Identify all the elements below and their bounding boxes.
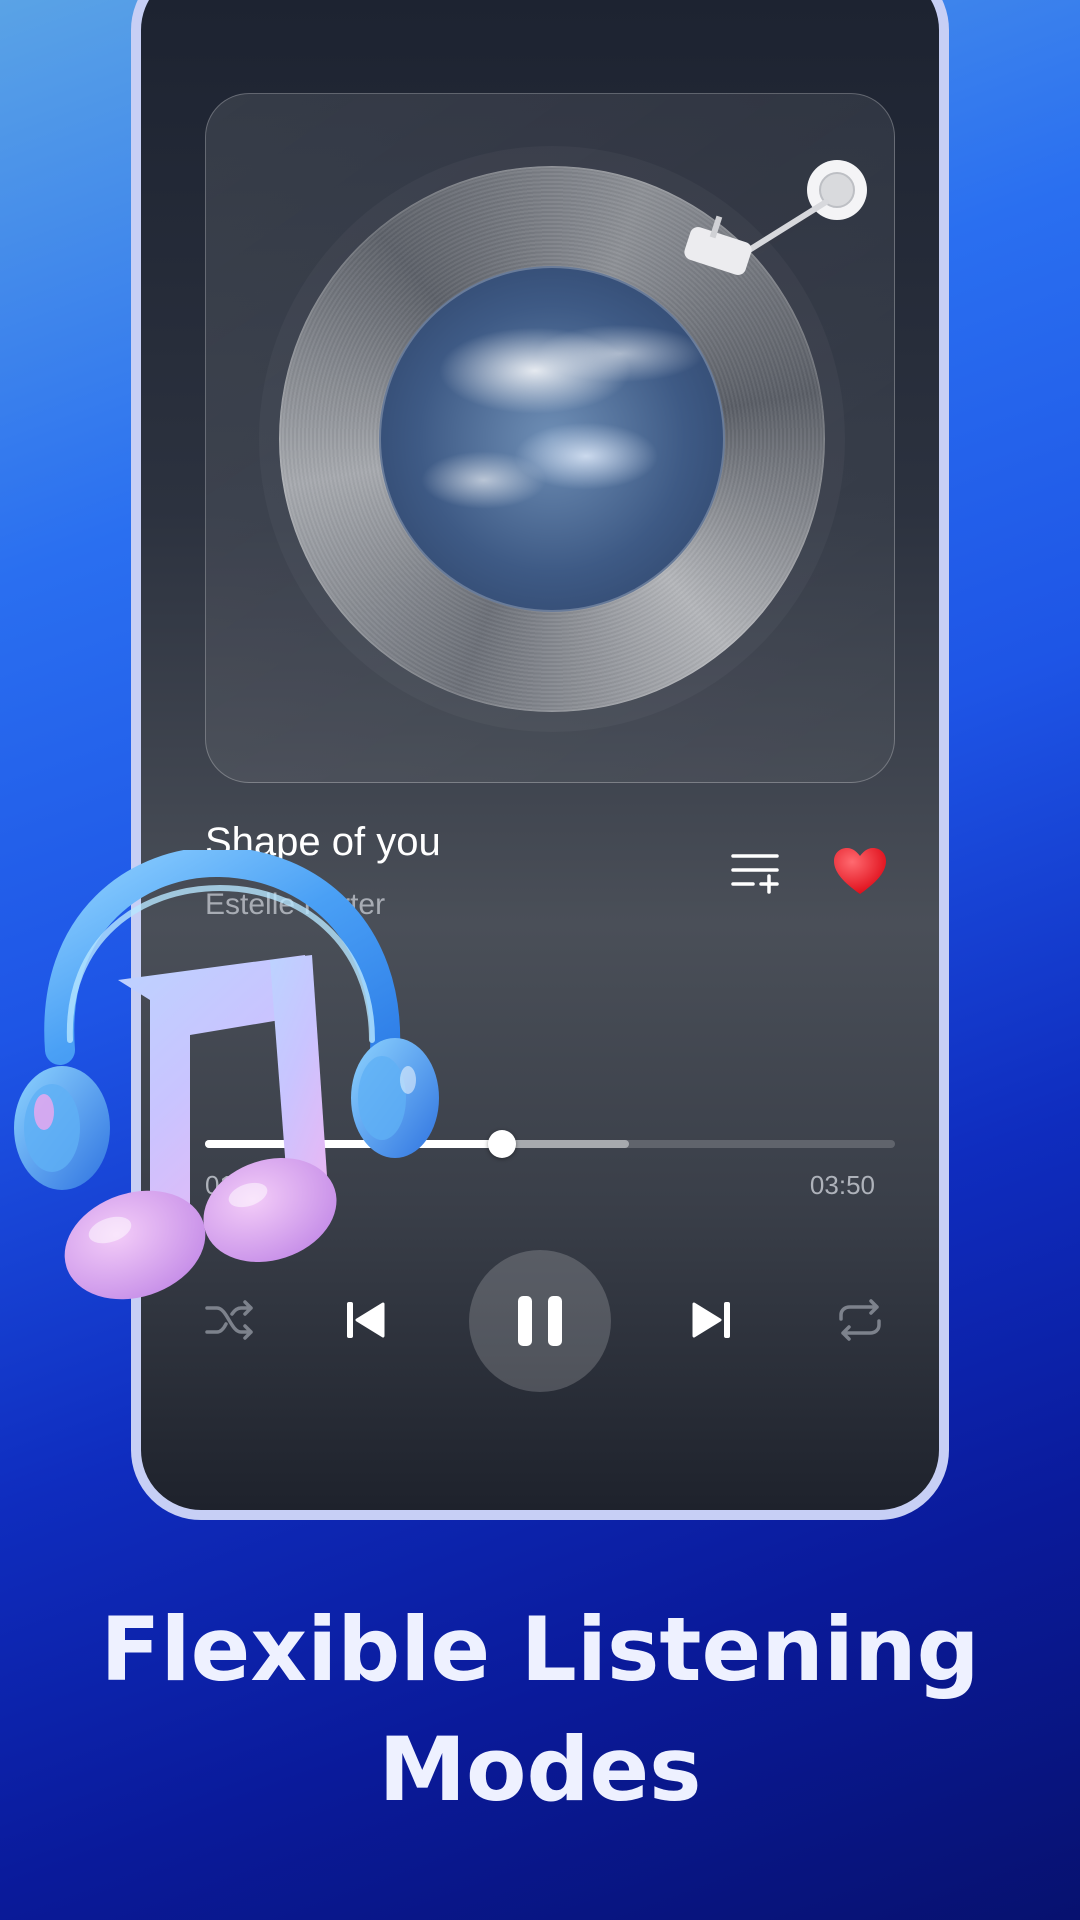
time-total: 03:50 — [809, 1170, 875, 1200]
headline: Flexible Listening Modes — [0, 1590, 1080, 1830]
album-art — [379, 266, 725, 612]
album-cover-card — [205, 93, 895, 783]
headline-line-2: Modes — [378, 1718, 702, 1821]
headline-line-1: Flexible Listening — [100, 1598, 980, 1701]
tonearm-icon — [684, 160, 867, 275]
headphones-music-note-icon — [14, 850, 439, 1300]
progress-thumb[interactable] — [487, 1130, 516, 1158]
pause-icon — [518, 1296, 562, 1346]
skip-next-icon — [692, 1302, 730, 1338]
add-to-queue-icon[interactable] — [731, 850, 781, 894]
repeat-button[interactable] — [825, 1285, 895, 1355]
play-pause-button[interactable] — [469, 1250, 611, 1392]
heart-icon[interactable] — [834, 848, 886, 896]
repeat-icon — [839, 1299, 881, 1341]
next-button[interactable] — [676, 1285, 746, 1355]
